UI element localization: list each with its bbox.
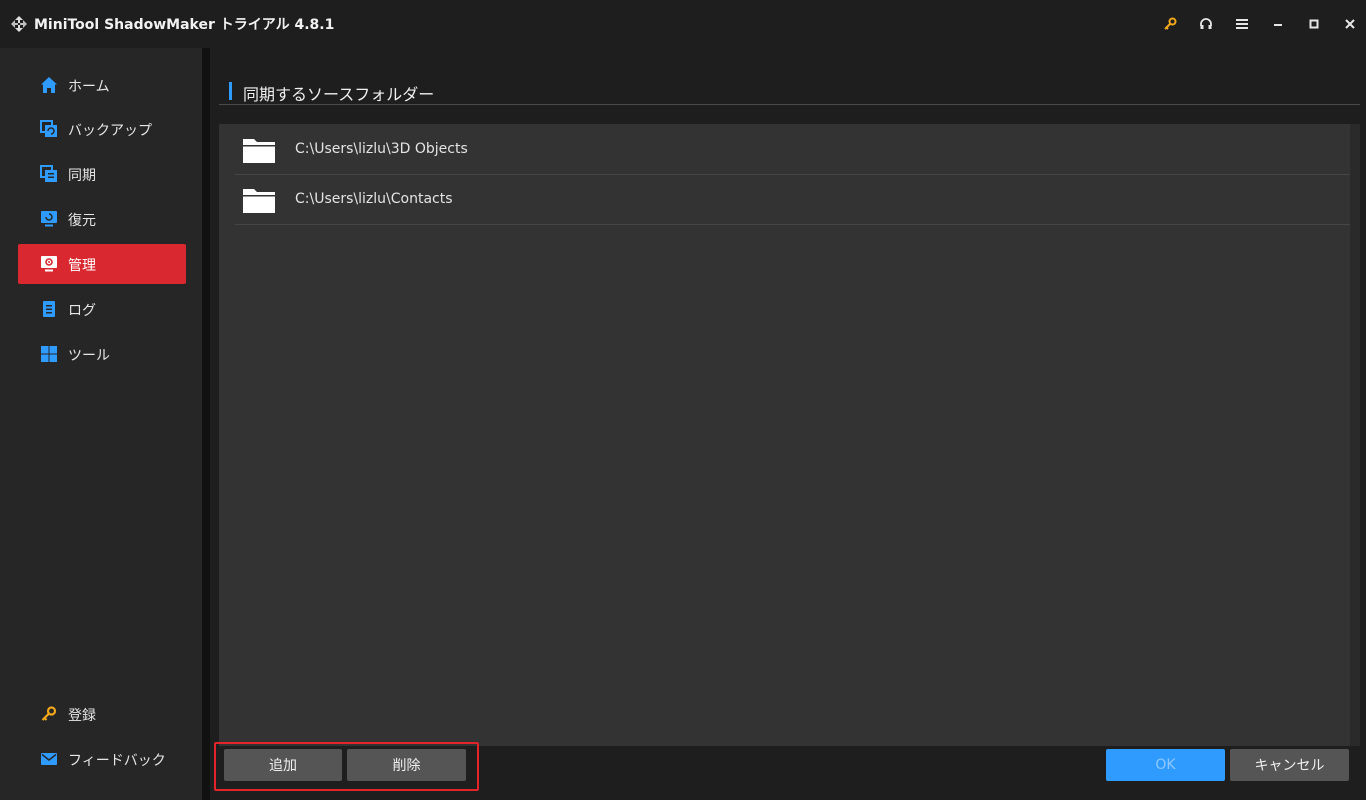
mail-icon: [41, 753, 57, 765]
sidebar-item-label: ツール: [68, 348, 110, 364]
title-bar: MiniTool ShadowMaker トライアル 4.8.1: [0, 0, 1366, 48]
app-title: MiniTool ShadowMaker トライアル 4.8.1: [34, 17, 335, 33]
sidebar-item-label: 復元: [68, 213, 96, 229]
sidebar-item-sync[interactable]: 同期: [18, 154, 186, 194]
sidebar-item-label: 登録: [68, 708, 96, 724]
sidebar-item-restore[interactable]: 復元: [18, 199, 186, 239]
add-button[interactable]: 追加: [224, 749, 342, 781]
key-icon: [41, 706, 57, 721]
list-item[interactable]: C:\Users\lizlu\Contacts: [235, 175, 1350, 225]
sidebar-item-label: 管理: [68, 258, 96, 274]
sidebar-item-register[interactable]: 登録: [18, 694, 186, 734]
folder-icon: [243, 139, 275, 163]
sidebar-item-home[interactable]: ホーム: [18, 65, 186, 105]
delete-button[interactable]: 削除: [347, 749, 466, 781]
headset-icon[interactable]: [1194, 12, 1218, 36]
backup-icon: [40, 120, 57, 137]
sidebar-item-feedback[interactable]: フィードバック: [18, 739, 186, 779]
tools-icon: [41, 346, 57, 362]
close-icon[interactable]: [1338, 12, 1362, 36]
sidebar-item-log[interactable]: ログ: [18, 289, 186, 329]
sync-icon: [40, 165, 57, 182]
sidebar-item-tools[interactable]: ツール: [18, 334, 186, 374]
menu-icon[interactable]: [1230, 12, 1254, 36]
section-header: 同期するソースフォルダー: [219, 82, 1360, 105]
sidebar-item-label: ホーム: [68, 79, 110, 95]
section-title: 同期するソースフォルダー: [243, 85, 435, 104]
cancel-button[interactable]: キャンセル: [1230, 749, 1349, 781]
maximize-icon[interactable]: [1302, 12, 1326, 36]
sidebar-divider: [202, 48, 210, 800]
sidebar-item-label: バックアップ: [68, 123, 152, 139]
home-icon: [41, 77, 57, 93]
folder-icon: [243, 189, 275, 213]
list-item[interactable]: C:\Users\lizlu\3D Objects: [235, 125, 1350, 175]
app-logo-icon: [11, 16, 27, 32]
ok-button[interactable]: OK: [1106, 749, 1225, 781]
log-icon: [43, 301, 55, 317]
manage-icon: [41, 256, 57, 272]
sidebar-item-label: 同期: [68, 168, 96, 184]
sidebar-item-label: ログ: [68, 303, 96, 319]
main-panel: 同期するソースフォルダー C:\Users\lizlu\3D Objects C…: [210, 48, 1366, 800]
minimize-icon[interactable]: [1266, 12, 1290, 36]
restore-icon: [41, 211, 57, 227]
list-scrollbar[interactable]: [1350, 124, 1360, 746]
sidebar: ホーム バックアップ 同期 復元 管理 ログ ツール 登録 フィードバック: [0, 48, 202, 800]
key-icon[interactable]: [1158, 12, 1182, 36]
sidebar-item-manage[interactable]: 管理: [18, 244, 186, 284]
source-folder-list[interactable]: C:\Users\lizlu\3D Objects C:\Users\lizlu…: [219, 124, 1350, 746]
sidebar-item-label: フィードバック: [68, 753, 166, 769]
section-accent-bar: [229, 82, 232, 100]
sidebar-item-backup[interactable]: バックアップ: [18, 109, 186, 149]
folder-path: C:\Users\lizlu\3D Objects: [295, 141, 468, 157]
folder-path: C:\Users\lizlu\Contacts: [295, 191, 453, 207]
